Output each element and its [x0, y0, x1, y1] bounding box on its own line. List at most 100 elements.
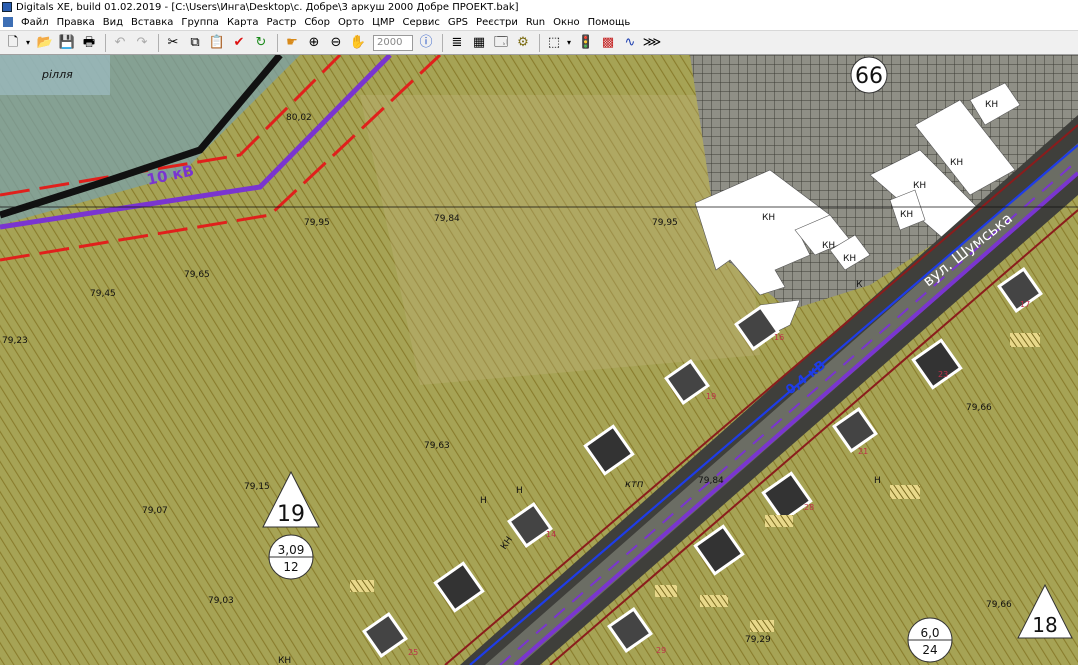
menu-help[interactable]: Помощь [584, 17, 635, 28]
raster-icon[interactable]: ▩ [598, 33, 618, 53]
menu-gps[interactable]: GPS [444, 17, 472, 28]
new-file-icon[interactable]: 🗋 [3, 33, 23, 53]
elevation-label: 79,45 [90, 289, 116, 299]
pan-hand-icon[interactable]: ✋ [348, 33, 368, 53]
elevation-label: 79,23 [2, 336, 28, 346]
document-icon[interactable] [3, 17, 13, 27]
menu-map[interactable]: Карта [223, 17, 263, 28]
toolbar-separator [277, 33, 278, 52]
toolbar: 🗋 ▾ 📂 💾 🖶 ↶ ↷ ✂ ⧉ 📋 ✔ ↻ ☛ ⊕ ⊖ ✋ ⓘ ≣ ▦ 🗔 … [0, 30, 1078, 55]
properties-icon[interactable]: 🗔 [491, 33, 511, 53]
menu-registers[interactable]: Реєстри [472, 17, 522, 28]
layers-icon[interactable]: ≣ [447, 33, 467, 53]
menu-group[interactable]: Группа [177, 17, 223, 28]
area-19-count: 12 [283, 560, 298, 574]
kn-label: КН [985, 100, 998, 110]
elevation-label: 79,66 [986, 600, 1012, 610]
outbuilding [750, 620, 774, 632]
elevation-label: 79,65 [184, 270, 210, 280]
kn-label: КН [900, 210, 913, 220]
open-folder-icon[interactable]: 📂 [35, 33, 55, 53]
elevation-label: 79,84 [434, 214, 460, 224]
k-label: К [856, 280, 863, 290]
outbuilding [655, 585, 677, 597]
chevron-down-icon[interactable]: ▾ [564, 33, 574, 53]
zoom-in-icon[interactable]: ⊕ [304, 33, 324, 53]
print-icon[interactable]: 🖶 [79, 33, 99, 53]
pointer-hand-icon[interactable]: ☛ [282, 33, 302, 53]
select-arrow-icon[interactable]: ⬚ [544, 33, 564, 53]
house-number: 25 [408, 648, 418, 657]
chevron-down-icon[interactable]: ▾ [23, 33, 33, 53]
undo-icon[interactable]: ↶ [110, 33, 130, 53]
vector-icon[interactable]: ⋙ [642, 33, 662, 53]
redo-icon[interactable]: ↷ [132, 33, 152, 53]
menu-collect[interactable]: Сбор [300, 17, 334, 28]
menu-raster[interactable]: Растр [262, 17, 300, 28]
table-icon[interactable]: ▦ [469, 33, 489, 53]
house-number: 17 [1020, 300, 1030, 309]
kn-label: КН [762, 213, 775, 223]
field-label: рілля [41, 68, 73, 81]
kn-label: КН [843, 254, 856, 264]
house-number: 14 [546, 530, 556, 539]
house-number: 16 [774, 333, 784, 342]
elevation-label: 80,02 [286, 113, 312, 123]
house-number: 28 [804, 503, 814, 512]
tp-label: ктп [625, 479, 644, 490]
menu-dem[interactable]: ЦМР [368, 17, 398, 28]
outbuilding [1010, 333, 1040, 347]
info-icon[interactable]: ⓘ [416, 33, 436, 53]
house-number: 23 [938, 370, 948, 379]
elevation-label: 79,95 [304, 218, 330, 228]
menu-file[interactable]: Файл [17, 17, 53, 28]
window-title: Digitals XE, build 01.02.2019 - [C:\User… [16, 1, 519, 13]
zoom-out-icon[interactable]: ⊖ [326, 33, 346, 53]
menu-ortho[interactable]: Орто [334, 17, 368, 28]
outbuilding [700, 595, 728, 607]
n-label: Н [516, 486, 523, 496]
area-19-value: 3,09 [278, 543, 305, 557]
house-number: 29 [656, 646, 666, 655]
area-18-count: 24 [922, 643, 937, 657]
menu-edit[interactable]: Правка [53, 17, 99, 28]
menu-service[interactable]: Сервис [399, 17, 444, 28]
block-19-number: 19 [277, 502, 305, 527]
save-icon[interactable]: 💾 [57, 33, 77, 53]
house-number: 19 [706, 392, 716, 401]
refresh-icon[interactable]: ↻ [251, 33, 271, 53]
paste-icon[interactable]: 📋 [207, 33, 227, 53]
elevation-label: 79,95 [652, 218, 678, 228]
house-number: 21 [858, 447, 868, 456]
window-title-bar: Digitals XE, build 01.02.2019 - [C:\User… [0, 0, 1078, 14]
gear-icon[interactable]: ⚙ [513, 33, 533, 53]
map-svg[interactable]: рілля 10 кВ вул. Шумська 0,4 кВ 66 19 18… [0, 55, 1078, 665]
menu-insert[interactable]: Вставка [127, 17, 177, 28]
curve-icon[interactable]: ∿ [620, 33, 640, 53]
elevation-label: 79,63 [424, 441, 450, 451]
outbuilding [765, 515, 793, 527]
app-icon [2, 2, 12, 12]
menu-run[interactable]: Run [522, 17, 549, 28]
ortho-patch [360, 95, 760, 385]
cut-icon[interactable]: ✂ [163, 33, 183, 53]
menu-bar: Файл Правка Вид Вставка Группа Карта Рас… [0, 14, 1078, 30]
zoom-scale-input[interactable] [373, 34, 413, 51]
map-canvas[interactable]: рілля 10 кВ вул. Шумська 0,4 кВ 66 19 18… [0, 55, 1078, 665]
block-66-number: 66 [855, 64, 883, 89]
copy-icon[interactable]: ⧉ [185, 33, 205, 53]
kn-label: КН [278, 656, 291, 665]
n-label: Н [480, 496, 487, 506]
block-18-number: 18 [1032, 613, 1057, 637]
check-icon[interactable]: ✔ [229, 33, 249, 53]
elevation-label: 79,07 [142, 506, 168, 516]
toolbar-separator [539, 33, 540, 52]
elevation-label: 79,84 [698, 476, 724, 486]
kn-label: КН [822, 241, 835, 251]
menu-view[interactable]: Вид [99, 17, 127, 28]
menu-window[interactable]: Окно [549, 17, 584, 28]
n-label: Н [874, 476, 881, 486]
outbuilding [890, 485, 920, 499]
outbuilding [350, 580, 374, 592]
traffic-light-icon[interactable]: 🚦 [576, 33, 596, 53]
